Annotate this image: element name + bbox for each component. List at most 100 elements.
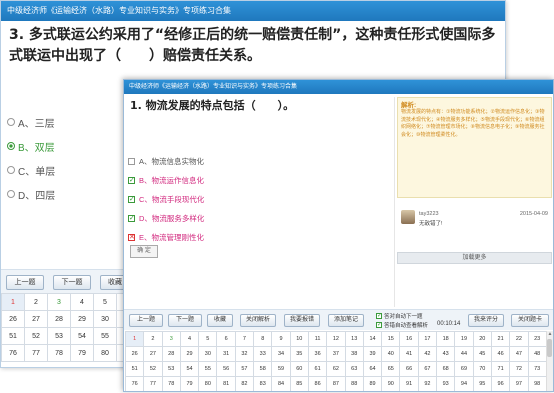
back-prev-button[interactable]: 上一题 — [6, 275, 44, 290]
question-cell[interactable]: 45 — [472, 346, 492, 362]
question-cell[interactable]: 41 — [399, 346, 419, 362]
front-option-d[interactable]: ✓ D、物流服务多样化 — [128, 209, 204, 228]
question-cell[interactable]: 59 — [271, 361, 291, 377]
question-cell[interactable]: 23 — [527, 331, 547, 347]
close-card-button[interactable]: 关闭题卡 — [511, 314, 549, 327]
question-cell[interactable]: 46 — [490, 346, 511, 362]
question-cell[interactable]: 63 — [344, 361, 364, 377]
question-cell[interactable]: 53 — [47, 327, 71, 345]
question-cell[interactable]: 7 — [234, 331, 255, 347]
question-cell[interactable]: 1 — [124, 331, 145, 347]
question-cell[interactable]: 62 — [326, 361, 346, 377]
question-cell[interactable]: 56 — [216, 361, 236, 377]
question-cell[interactable]: 54 — [70, 327, 94, 345]
question-cell[interactable]: 78 — [161, 376, 181, 391]
question-cell[interactable]: 32 — [234, 346, 255, 362]
question-cell[interactable]: 2 — [143, 331, 163, 347]
question-cell[interactable]: 77 — [143, 376, 163, 391]
load-more-button[interactable]: 加载更多 — [397, 252, 552, 264]
question-cell[interactable]: 82 — [234, 376, 255, 391]
question-cell[interactable]: 69 — [454, 361, 474, 377]
question-cell[interactable]: 83 — [253, 376, 273, 391]
question-cell[interactable]: 89 — [362, 376, 383, 391]
question-cell[interactable]: 22 — [509, 331, 529, 347]
question-cell[interactable]: 80 — [198, 376, 218, 391]
question-cell[interactable]: 43 — [436, 346, 456, 362]
question-cell[interactable]: 52 — [24, 327, 48, 345]
question-cell[interactable]: 16 — [399, 331, 419, 347]
question-cell[interactable]: 29 — [70, 310, 94, 328]
question-cell[interactable]: 71 — [490, 361, 511, 377]
question-cell[interactable]: 30 — [93, 310, 117, 328]
question-cell[interactable]: 87 — [326, 376, 346, 391]
question-cell[interactable]: 28 — [47, 310, 71, 328]
question-cell[interactable]: 73 — [527, 361, 547, 377]
question-card-scrollbar[interactable]: ▲ — [546, 331, 553, 391]
question-cell[interactable]: 12 — [326, 331, 346, 347]
question-cell[interactable]: 90 — [381, 376, 401, 391]
question-cell[interactable]: 70 — [472, 361, 492, 377]
question-cell[interactable]: 3 — [161, 331, 181, 347]
back-option-c[interactable]: C、单层 — [7, 158, 55, 182]
question-cell[interactable]: 5 — [93, 293, 117, 311]
question-cell[interactable]: 4 — [70, 293, 94, 311]
question-cell[interactable]: 60 — [289, 361, 309, 377]
question-cell[interactable]: 3 — [47, 293, 71, 311]
question-cell[interactable]: 94 — [454, 376, 474, 391]
question-cell[interactable]: 79 — [70, 344, 94, 362]
question-cell[interactable]: 92 — [417, 376, 438, 391]
question-cell[interactable]: 95 — [472, 376, 492, 391]
question-cell[interactable]: 17 — [417, 331, 438, 347]
question-cell[interactable]: 80 — [93, 344, 117, 362]
question-cell[interactable]: 5 — [198, 331, 218, 347]
question-cell[interactable]: 91 — [399, 376, 419, 391]
score-button[interactable]: 我来评分 — [468, 314, 504, 327]
question-cell[interactable]: 21 — [490, 331, 511, 347]
question-cell[interactable]: 66 — [399, 361, 419, 377]
front-option-c[interactable]: ✓ C、物流手段现代化 — [128, 190, 204, 209]
auto-next-checkbox[interactable]: ✓ 答对自动下一题 — [376, 312, 423, 320]
question-cell[interactable]: 33 — [253, 346, 273, 362]
question-cell[interactable]: 84 — [271, 376, 291, 391]
question-cell[interactable]: 57 — [234, 361, 255, 377]
question-cell[interactable]: 40 — [381, 346, 401, 362]
question-cell[interactable]: 26 — [124, 346, 145, 362]
question-cell[interactable]: 81 — [216, 376, 236, 391]
question-cell[interactable]: 51 — [124, 361, 145, 377]
question-cell[interactable]: 26 — [1, 310, 25, 328]
question-cell[interactable]: 53 — [161, 361, 181, 377]
back-option-a[interactable]: A、三层 — [7, 110, 55, 134]
question-cell[interactable]: 65 — [381, 361, 401, 377]
question-cell[interactable]: 78 — [47, 344, 71, 362]
question-cell[interactable]: 77 — [24, 344, 48, 362]
question-cell[interactable]: 61 — [307, 361, 328, 377]
question-cell[interactable]: 58 — [253, 361, 273, 377]
question-cell[interactable]: 29 — [179, 346, 200, 362]
question-cell[interactable]: 55 — [198, 361, 218, 377]
question-cell[interactable]: 38 — [344, 346, 364, 362]
question-cell[interactable]: 1 — [1, 293, 25, 311]
question-cell[interactable]: 28 — [161, 346, 181, 362]
question-cell[interactable]: 10 — [289, 331, 309, 347]
question-cell[interactable]: 4 — [179, 331, 200, 347]
question-cell[interactable]: 86 — [307, 376, 328, 391]
question-cell[interactable]: 8 — [253, 331, 273, 347]
question-cell[interactable]: 44 — [454, 346, 474, 362]
front-option-a[interactable]: A、物流信息实物化 — [128, 152, 204, 171]
question-cell[interactable]: 31 — [216, 346, 236, 362]
question-cell[interactable]: 76 — [124, 376, 145, 391]
question-cell[interactable]: 39 — [362, 346, 383, 362]
question-cell[interactable]: 52 — [143, 361, 163, 377]
question-cell[interactable]: 97 — [509, 376, 529, 391]
question-cell[interactable]: 35 — [289, 346, 309, 362]
question-cell[interactable]: 34 — [271, 346, 291, 362]
close-analysis-button[interactable]: 关闭解析 — [240, 314, 276, 327]
question-cell[interactable]: 55 — [93, 327, 117, 345]
question-cell[interactable]: 67 — [417, 361, 438, 377]
question-cell[interactable]: 85 — [289, 376, 309, 391]
front-next-button[interactable]: 下一题 — [168, 314, 202, 327]
question-cell[interactable]: 27 — [24, 310, 48, 328]
question-cell[interactable]: 11 — [307, 331, 328, 347]
question-cell[interactable]: 18 — [436, 331, 456, 347]
question-cell[interactable]: 51 — [1, 327, 25, 345]
